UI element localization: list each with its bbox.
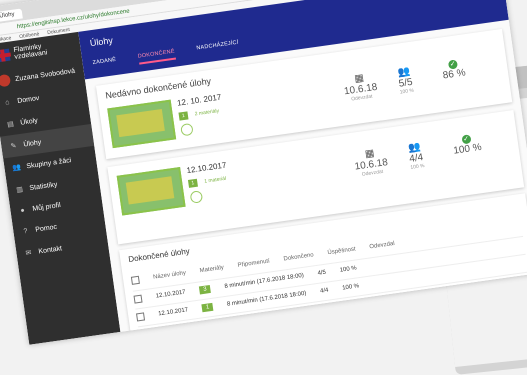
sidebar-item-label: Můj profil — [32, 202, 62, 213]
lesson-date: 12.10.2017 — [185, 160, 227, 176]
mail-icon: ✉ — [25, 249, 33, 258]
tabs: ZADANÉ DOKONČENÉ NADCHÁZEJÍCÍ — [92, 40, 239, 71]
cell-score: 4/5 — [317, 269, 327, 277]
count-stat: 👥 4/4 100 % — [407, 141, 425, 171]
section-title: Dokončené úlohy — [127, 246, 191, 265]
column-header[interactable]: Dokončeno — [283, 252, 314, 262]
lesson-count-badge: 1 — [187, 178, 198, 188]
book-icon: ▤ — [6, 120, 15, 129]
count-stat: 👥 5/5 100 % — [396, 66, 414, 96]
lesson-thumbnail — [116, 166, 186, 216]
cell-name: 12.10.2017 — [155, 289, 187, 300]
column-header[interactable]: Materiály — [199, 265, 224, 274]
home-icon: ⌂ — [4, 99, 11, 107]
page-title: Úlohy — [89, 35, 114, 49]
cell-name: 12.10.2017 — [160, 325, 192, 336]
cell-name: 12.10.2017 — [157, 307, 189, 318]
sidebar-item-label: Úkoly — [19, 116, 39, 127]
tab-nadchazejici[interactable]: NADCHÁZEJÍCÍ — [196, 40, 240, 57]
count-label: 100 % — [410, 162, 425, 171]
cell-score: 4/5 — [322, 305, 332, 313]
column-header[interactable]: Odevzdal — [369, 241, 395, 250]
cell-materials: 3 — [198, 284, 212, 295]
lesson-thumbnail — [107, 99, 177, 149]
row-checkbox[interactable] — [136, 312, 146, 322]
percent-stat: ✓ 100 % — [451, 131, 482, 157]
lesson-date: 12. 10. 2017 — [176, 92, 222, 108]
tab-dokoncene[interactable]: DOKONČENÉ — [137, 48, 176, 65]
lesson-materials: 2 materiály — [194, 108, 220, 118]
cell-score: 4/4 — [319, 287, 329, 295]
column-header[interactable]: Připomenutí — [237, 258, 270, 268]
count-label: 100 % — [399, 87, 415, 96]
deadline-stat: ▦ 10.6.18 Odevzdat — [342, 71, 379, 103]
person-icon: ● — [20, 207, 26, 215]
deadline-stat: ▦ 10.6.18 Odevzdat — [352, 146, 389, 178]
cell-percent: 100 % — [339, 265, 358, 274]
cell-percent: 100 % — [341, 283, 360, 292]
column-header[interactable]: Úspěšnost — [327, 246, 356, 256]
column-header[interactable]: Název úlohy — [153, 270, 187, 281]
percent-stat: ✓ 86 % — [441, 56, 467, 82]
people-icon: 👥 — [12, 164, 22, 173]
group-icon — [189, 190, 204, 204]
sidebar-item-label: Úlohy — [22, 138, 42, 149]
tab-zadane[interactable]: ZADANÉ — [92, 57, 117, 71]
sidebar-item-label: Statistiky — [29, 180, 58, 192]
brand-name: Flaminky vzdelavani — [13, 43, 48, 61]
user-name: Zuzana Svobodová — [14, 67, 76, 83]
lesson-materials: 1 materiál — [203, 175, 227, 185]
cell-materials: 2 — [203, 320, 217, 331]
group-icon — [180, 122, 194, 137]
row-checkbox[interactable] — [133, 294, 143, 304]
row-checkbox[interactable] — [138, 330, 148, 340]
cell-materials: 1 — [201, 302, 214, 313]
pencil-icon: ✎ — [10, 142, 17, 151]
select-all-checkbox[interactable] — [130, 275, 140, 285]
help-icon: ? — [23, 227, 28, 236]
sidebar-item-label: Kontakt — [37, 244, 63, 255]
main-content: Úlohy ⌕ ◍ ⋮ ZADANÉ DOKONČENÉ NADCHÁZEJÍC… — [78, 0, 527, 345]
uk-flag-icon — [0, 48, 11, 63]
percent-value: 100 % — [452, 141, 483, 157]
sidebar-item-label: Skupiny a žáci — [25, 156, 72, 170]
cell-done: 8 minut/min (17.6.2018 18:00) — [229, 308, 310, 326]
avatar — [0, 73, 12, 88]
sidebar-item-label: Domov — [16, 94, 40, 105]
lesson-count-badge: 1 — [178, 111, 189, 121]
sidebar-item-label: Pomoc — [34, 223, 58, 234]
percent-value: 86 % — [442, 67, 467, 82]
cell-percent: 86 % — [344, 301, 359, 310]
chart-icon: ▥ — [15, 186, 24, 194]
